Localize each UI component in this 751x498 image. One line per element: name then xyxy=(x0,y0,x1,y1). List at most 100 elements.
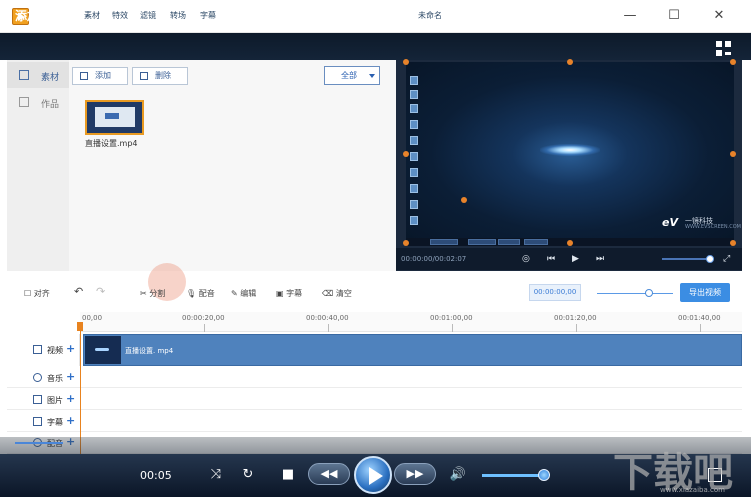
ghost-tab: 特效 xyxy=(112,11,128,20)
align-checkbox[interactable]: ☐ 对齐 xyxy=(24,288,50,299)
taskbar-item xyxy=(468,239,496,245)
track-row-subtitle[interactable] xyxy=(7,410,742,432)
add-subtitle-button[interactable]: + xyxy=(66,414,75,427)
track-label: 音乐 xyxy=(47,374,63,383)
preview-volume-knob[interactable] xyxy=(706,255,714,263)
resize-handle[interactable] xyxy=(567,59,573,65)
clip-label: 直播设置. mp4 xyxy=(125,347,174,355)
resize-handle[interactable] xyxy=(730,151,736,157)
stop-button[interactable]: ■ xyxy=(278,463,298,487)
desktop-icon xyxy=(410,76,418,85)
fast-forward-button[interactable]: ▶▶ xyxy=(394,463,436,485)
ghost-tab: 字幕 xyxy=(200,11,216,20)
subtitle-button[interactable]: ▣ 字幕 xyxy=(276,288,302,299)
loop-icon[interactable]: ◎ xyxy=(522,254,530,264)
ghost-file-name: 未命名 xyxy=(418,11,442,20)
nav-item-material[interactable]: 素材 xyxy=(7,62,69,88)
layout-grid-icon[interactable] xyxy=(716,41,732,57)
split-button[interactable]: ✂ 分割 xyxy=(140,288,165,299)
preview-glow xyxy=(540,144,600,156)
video-icon xyxy=(33,345,42,354)
add-button[interactable]: 添加 xyxy=(72,67,128,85)
next-button[interactable]: ⏭ xyxy=(596,254,604,264)
zoom-slider-knob[interactable] xyxy=(645,289,653,297)
page-title: 添加字幕 xyxy=(15,9,64,23)
repeat-icon[interactable]: ↻ xyxy=(238,463,258,487)
minimize-button[interactable]: — xyxy=(620,6,640,26)
volume-fill xyxy=(482,474,544,477)
resize-handle[interactable] xyxy=(567,240,573,246)
ruler-tick xyxy=(700,324,701,332)
filter-dropdown[interactable]: 全部 xyxy=(324,66,380,85)
align-label: 对齐 xyxy=(33,289,50,298)
dub-button[interactable]: 🎙 配音 xyxy=(186,288,215,299)
desktop-icon xyxy=(410,120,418,129)
player-play-button[interactable] xyxy=(354,456,392,494)
playhead-handle[interactable] xyxy=(77,322,83,331)
trash-icon xyxy=(140,72,148,80)
speaker-icon[interactable]: 🔊 xyxy=(448,463,468,487)
delete-button-label: 删除 xyxy=(155,71,171,80)
export-video-button[interactable]: 导出视频 xyxy=(680,283,730,302)
preview-time: 00:00:00/00:02:07 xyxy=(401,255,467,263)
add-music-button[interactable]: + xyxy=(66,370,75,383)
ruler-tick xyxy=(576,324,577,332)
fullscreen-icon[interactable]: ⤢ xyxy=(723,254,730,264)
track-label: 图片 xyxy=(47,396,63,405)
track-label: 字幕 xyxy=(47,418,63,427)
resize-handle[interactable] xyxy=(403,240,409,246)
desktop-icon xyxy=(410,136,418,145)
taskbar-item xyxy=(430,239,458,245)
clear-label: 清空 xyxy=(335,289,352,298)
maximize-button[interactable]: ☐ xyxy=(664,6,684,26)
volume-knob[interactable] xyxy=(538,469,550,481)
shuffle-icon[interactable]: ⤨ xyxy=(206,463,226,487)
close-button[interactable]: ✕ xyxy=(709,6,729,26)
media-thumbnail[interactable] xyxy=(85,100,144,135)
rewind-button[interactable]: ◀◀ xyxy=(308,463,350,485)
clip-thumbnail xyxy=(85,336,121,364)
play-button[interactable]: ▶ xyxy=(572,254,579,264)
clear-button[interactable]: ⌫ 清空 xyxy=(322,288,352,299)
subtitle-label: 字幕 xyxy=(286,289,303,298)
track-row-image[interactable] xyxy=(7,388,742,410)
redo-icon[interactable]: ↷ xyxy=(96,285,105,298)
add-video-button[interactable]: + xyxy=(66,342,75,355)
desktop-icon xyxy=(410,184,418,193)
resize-handle[interactable] xyxy=(403,151,409,157)
add-image-button[interactable]: + xyxy=(66,392,75,405)
previous-button[interactable]: ⏮ xyxy=(547,254,555,264)
ruler-tick xyxy=(204,324,205,332)
image-icon xyxy=(33,395,42,404)
edit-button[interactable]: ✎ 编辑 xyxy=(231,288,256,299)
grid-icon xyxy=(19,70,29,80)
ruler-tick-label: 00:01:40,00 xyxy=(678,314,721,322)
video-clip[interactable] xyxy=(83,334,742,366)
resize-handle[interactable] xyxy=(730,59,736,65)
add-button-label: 添加 xyxy=(95,71,111,80)
text-icon xyxy=(33,417,42,426)
ruler-tick-label: 00:01:20,00 xyxy=(554,314,597,322)
desktop-icon xyxy=(410,90,418,99)
taskbar-item xyxy=(524,239,548,245)
resize-handle[interactable] xyxy=(730,240,736,246)
timeline-ruler[interactable] xyxy=(80,312,742,332)
timecode-field[interactable]: 00:00:00,00 xyxy=(529,284,581,301)
ghost-tab: 素材 xyxy=(84,11,100,20)
player-time: 00:05 xyxy=(140,469,172,482)
edit-toolbar xyxy=(7,278,742,306)
taskbar-item xyxy=(498,239,520,245)
resize-handle[interactable] xyxy=(461,197,467,203)
undo-icon[interactable]: ↶ xyxy=(74,285,83,298)
seek-bar[interactable] xyxy=(15,442,63,444)
desktop-icon xyxy=(410,200,418,209)
nav-item-label: 作品 xyxy=(41,100,60,110)
add-file-icon xyxy=(80,72,88,80)
nav-item-works[interactable]: 作品 xyxy=(7,89,69,115)
track-row-music[interactable] xyxy=(7,366,742,388)
delete-button[interactable]: 删除 xyxy=(132,67,188,85)
preview-volume-slider[interactable] xyxy=(662,258,712,260)
ruler-tick-label: 00:00:20,00 xyxy=(182,314,225,322)
resize-handle[interactable] xyxy=(403,59,409,65)
zoom-slider[interactable] xyxy=(597,293,673,294)
